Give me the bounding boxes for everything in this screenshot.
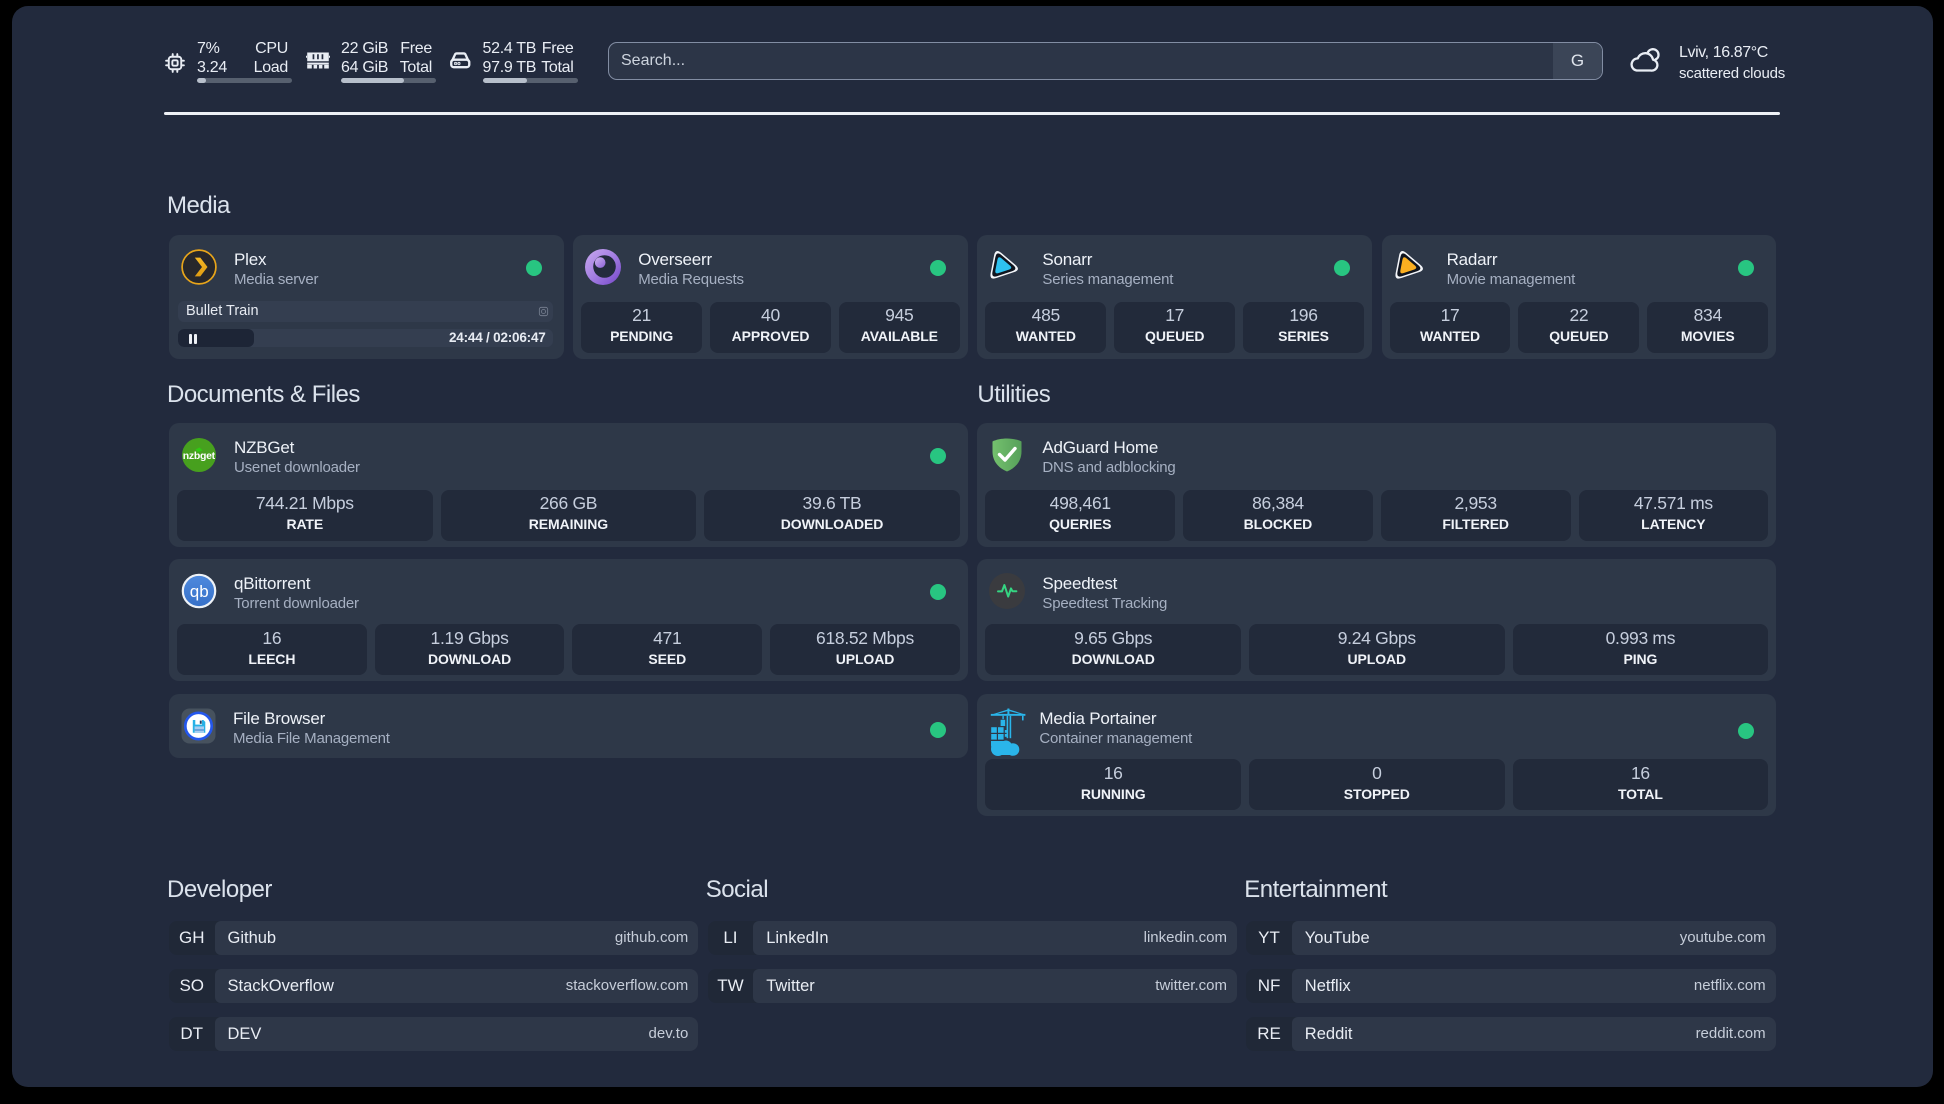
svg-text:qb: qb [190, 582, 209, 601]
svg-text:nzbget: nzbget [183, 450, 216, 462]
